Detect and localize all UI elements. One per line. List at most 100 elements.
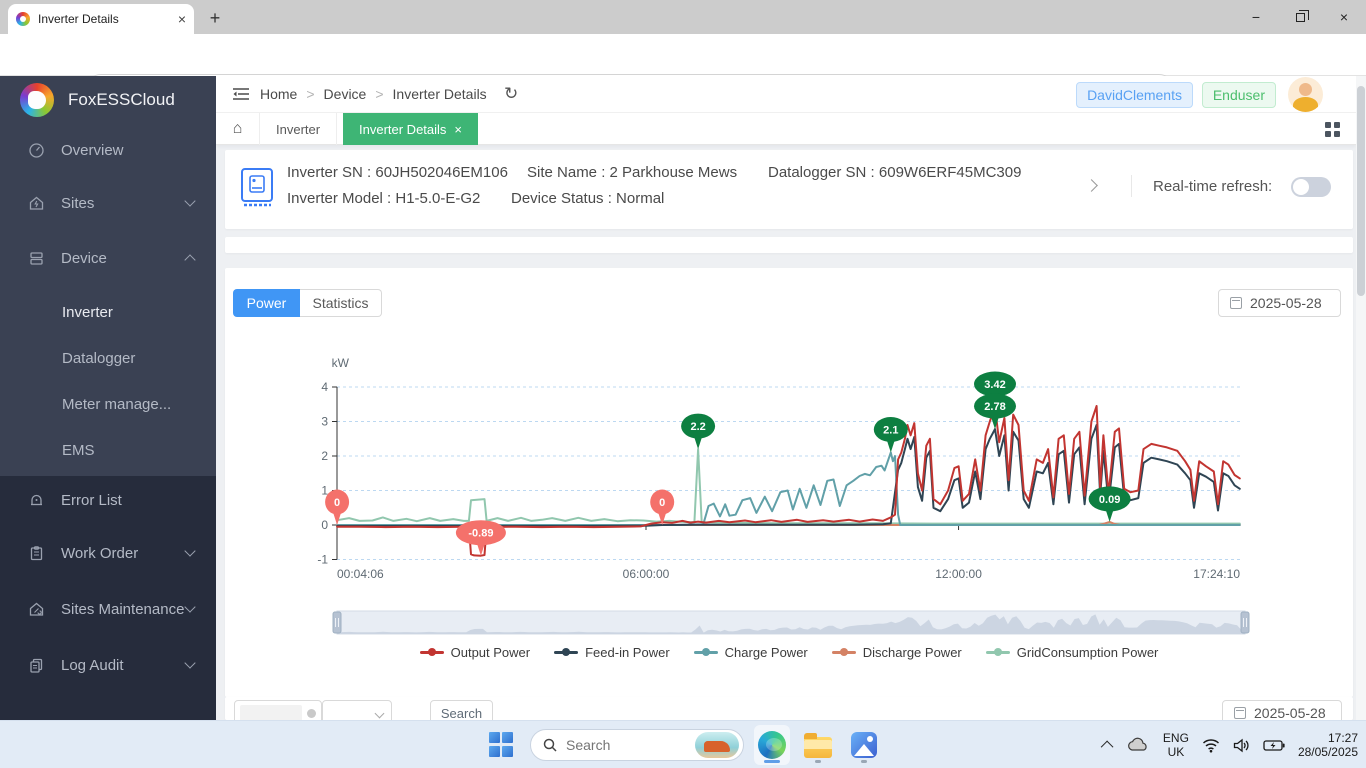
sidebar-item-inverter[interactable]: Inverter [0,298,216,326]
realtime-refresh-toggle[interactable] [1291,177,1331,197]
volume-icon[interactable] [1233,738,1250,753]
legend-label: GridConsumption Power [1017,645,1159,660]
user-avatar[interactable] [1288,77,1323,112]
sidebar-item-label: Device [61,250,107,267]
power-chart[interactable]: 43210-1kW00:04:0606:00:0012:00:0017:24:1… [225,330,1353,642]
sidebar-subitem-label: Meter manage... [62,396,171,413]
taskbar-photos[interactable] [846,725,882,765]
sidebar-item-sites[interactable]: Sites [0,189,216,217]
svg-text:2.2: 2.2 [690,421,705,433]
onedrive-cloud-icon[interactable] [1126,737,1150,753]
tab-close-icon[interactable]: × [454,122,462,137]
tray-time: 17:27 [1328,731,1358,745]
svg-text:4: 4 [321,380,328,394]
battery-charging-icon[interactable] [1263,739,1285,752]
sidebar-item-error-list[interactable]: Error List [0,486,216,514]
wifi-icon[interactable] [1202,738,1220,753]
minimize-button[interactable]: − [1234,0,1278,34]
scrollbar-thumb[interactable] [1357,86,1365,296]
chevron-up-icon [184,254,195,265]
inverter-device-icon [240,167,274,209]
bottom-controls-card: Search 2025-05-28 [225,697,1353,720]
tab-label: Inverter [276,122,320,137]
tab-options-grid-icon[interactable] [1325,122,1340,137]
expand-chevron-icon[interactable] [1085,179,1098,192]
taskbar-search[interactable] [530,729,744,761]
page-refresh-icon[interactable]: ↻ [504,84,518,104]
sidebar-item-device[interactable]: Device [0,244,216,272]
close-button[interactable]: × [1322,0,1366,34]
legend-label: Feed-in Power [585,645,670,660]
sidebar-item-overview[interactable]: Overview [0,136,216,164]
sidebar-subitem-label: EMS [62,442,95,459]
date-picker[interactable]: 2025-05-28 [1218,289,1341,317]
language-indicator[interactable]: ENG UK [1163,731,1189,759]
sidebar-item-log-audit[interactable]: Log Audit [0,651,216,679]
breadcrumb-separator: > [306,86,314,102]
browser-tab[interactable]: Inverter Details × [8,4,194,34]
sidebar-item-work-order[interactable]: Work Order [0,539,216,567]
legend-marker [694,651,718,654]
chevron-down-icon [184,195,195,206]
screen: Inverter Details × + − × ← ↻ https://www… [0,0,1366,768]
date-value: 2025-05-28 [1254,705,1326,721]
clock[interactable]: 17:27 28/05/2025 [1298,731,1358,759]
windows-logo-icon [489,732,515,758]
search-highlight-image[interactable] [695,732,739,758]
workspace-home-icon[interactable]: ⌂ [216,113,260,145]
tab-close-icon[interactable]: × [178,11,186,27]
browser-navbar: ← ↻ https://www.foxesscloud.com/bus/devi… [0,34,1366,76]
brand-name: FoxESSCloud [68,90,175,110]
page-scrollbar[interactable] [1356,76,1366,720]
power-chart-svg[interactable]: 43210-1kW00:04:0606:00:0012:00:0017:24:1… [225,330,1353,642]
device-info-card: Inverter SN : 60JH502046EM106 Site Name … [225,150,1353,229]
svg-text:0: 0 [659,497,665,509]
device-icon [28,250,45,267]
chevron-down-icon [184,657,195,668]
legend-item-discharge-power[interactable]: Discharge Power [832,645,962,660]
legend-item-feed-in-power[interactable]: Feed-in Power [554,645,670,660]
gauge-icon [28,142,45,159]
breadcrumb-device[interactable]: Device [324,86,367,102]
search-input[interactable] [566,737,686,753]
photos-icon [851,732,877,758]
restore-button[interactable] [1278,0,1322,34]
role-badge[interactable]: Enduser [1202,82,1276,108]
chevron-down-icon [184,545,195,556]
site-name: Site Name : 2 Parkhouse Mews [527,164,737,181]
window-controls: − × [1234,0,1366,34]
sidebar-item-label: Overview [61,142,124,159]
menu-collapse-icon[interactable] [232,86,250,102]
legend-item-charge-power[interactable]: Charge Power [694,645,808,660]
sidebar-item-sites-maintenance[interactable]: Sites Maintenance [0,595,216,623]
breadcrumb-separator: > [375,86,383,102]
svg-text:-1: -1 [317,553,328,567]
svg-text:-0.89: -0.89 [468,528,493,540]
tab-inverter-details[interactable]: Inverter Details × [343,113,478,145]
taskbar-file-explorer[interactable] [800,725,836,765]
svg-text:2: 2 [321,449,328,463]
svg-text:2.1: 2.1 [883,425,898,437]
hidden-icons-chevron[interactable] [1101,740,1114,753]
sidebar-item-datalogger[interactable]: Datalogger [0,344,216,372]
legend-marker [420,651,444,654]
taskbar-edge[interactable] [754,725,790,765]
legend-item-gridconsumption-power[interactable]: GridConsumption Power [986,645,1159,660]
clear-icon[interactable] [307,709,316,718]
tab-statistics[interactable]: Statistics [300,289,382,317]
svg-text:12:00:00: 12:00:00 [935,567,982,581]
sidebar-item-meter-manage[interactable]: Meter manage... [0,390,216,418]
sidebar-item-ems[interactable]: EMS [0,436,216,464]
start-button[interactable] [484,725,520,765]
breadcrumb-home[interactable]: Home [260,86,297,102]
legend-label: Discharge Power [863,645,962,660]
tab-power[interactable]: Power [233,289,300,317]
username-badge[interactable]: DavidClements [1076,82,1193,108]
legend-item-output-power[interactable]: Output Power [420,645,531,660]
new-tab-button[interactable]: + [204,8,226,29]
calendar-icon [1230,297,1242,309]
svg-text:3.42: 3.42 [984,379,1005,391]
calendar-icon [1234,707,1246,719]
tab-inverter[interactable]: Inverter [260,113,337,145]
tray-date: 28/05/2025 [1298,745,1358,759]
